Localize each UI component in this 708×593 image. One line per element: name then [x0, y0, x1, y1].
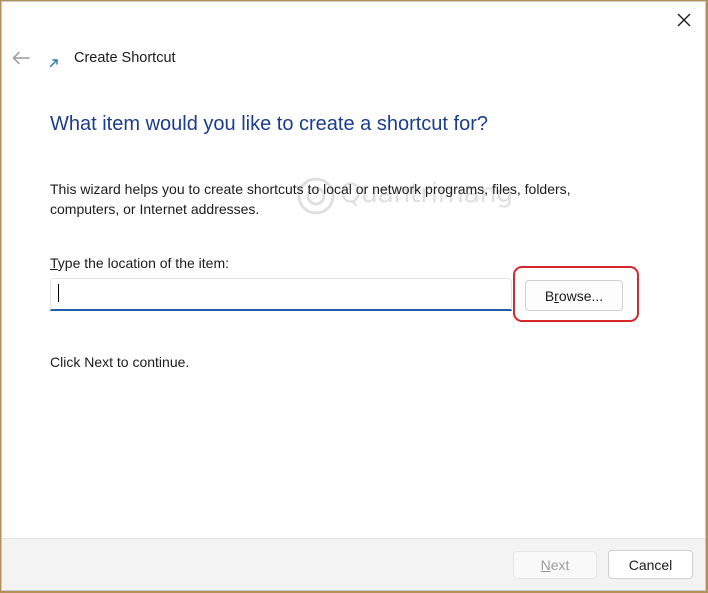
wizard-description: This wizard helps you to create shortcut…: [50, 181, 571, 217]
browse-text-2: owse...: [558, 287, 604, 304]
close-icon: [677, 13, 691, 27]
close-button[interactable]: [669, 6, 699, 34]
page-heading: What item would you like to create a sho…: [50, 113, 488, 135]
browse-text-1: B: [544, 287, 555, 304]
next-button[interactable]: Next: [513, 551, 597, 579]
next-text: ext: [550, 557, 570, 573]
location-label-text: ype the location of the item:: [57, 255, 229, 271]
next-accel: N: [540, 557, 551, 573]
location-input[interactable]: [50, 278, 512, 311]
location-label-accel: T: [50, 255, 58, 271]
back-button[interactable]: [8, 45, 34, 71]
location-label: Type the location of the item:: [50, 255, 229, 271]
cancel-button[interactable]: Cancel: [608, 550, 693, 579]
text-caret: [58, 284, 59, 302]
browse-button[interactable]: Br owse...: [525, 280, 623, 311]
shortcut-arrow-icon: [49, 59, 58, 68]
create-shortcut-window: Create Shortcut What item would you like…: [1, 1, 706, 591]
footer-bar: Next Cancel: [2, 538, 705, 590]
window-title: Create Shortcut: [74, 50, 176, 66]
continue-instruction: Click Next to continue.: [50, 354, 190, 370]
arrow-left-icon: [12, 51, 30, 65]
